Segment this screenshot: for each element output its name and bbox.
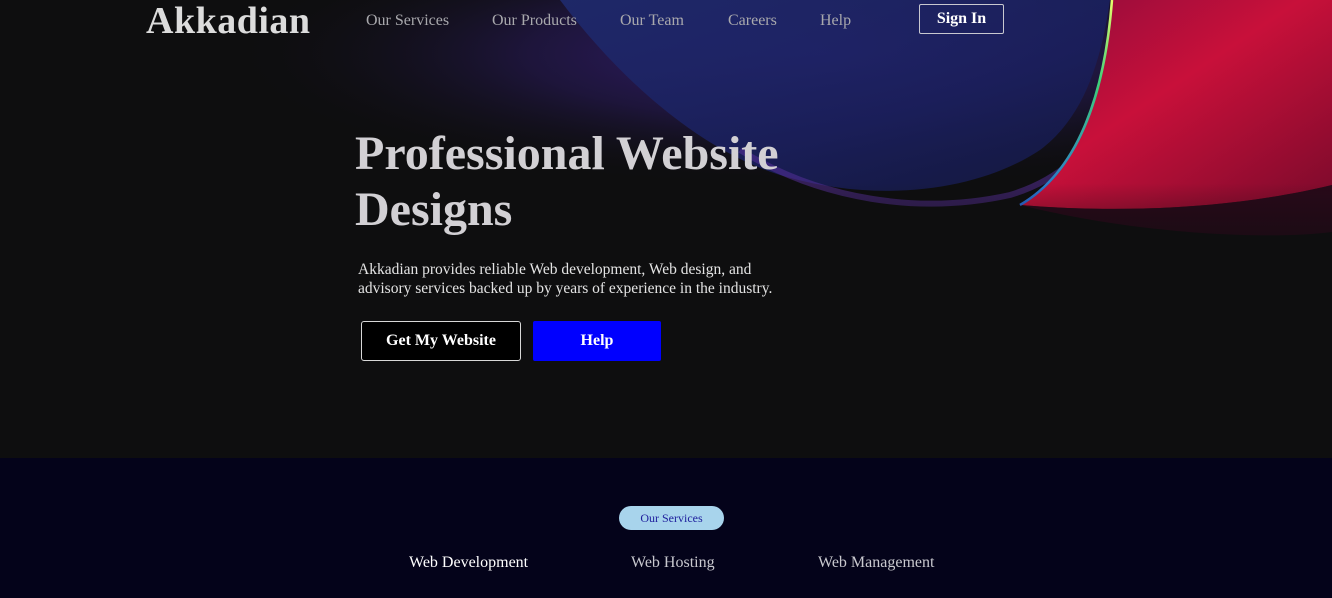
nav-careers[interactable]: Careers <box>728 10 777 32</box>
tab-web-hosting[interactable]: Web Hosting <box>631 553 715 573</box>
hero-section: Akkadian Our Services Our Products Our T… <box>0 0 1332 458</box>
sign-in-button[interactable]: Sign In <box>919 4 1004 34</box>
help-button[interactable]: Help <box>533 321 661 361</box>
site-logo[interactable]: Akkadian <box>146 0 311 42</box>
our-services-badge: Our Services <box>619 506 724 530</box>
services-section: Our Services Web Development Web Hosting… <box>0 458 1332 598</box>
get-my-website-button[interactable]: Get My Website <box>361 321 521 361</box>
hero-description: Akkadian provides reliable Web developme… <box>358 261 773 297</box>
tab-web-development[interactable]: Web Development <box>409 553 528 573</box>
nav-our-services[interactable]: Our Services <box>366 10 449 32</box>
page: Akkadian Our Services Our Products Our T… <box>0 0 1332 598</box>
hero-title: Professional Website Designs <box>355 127 779 236</box>
nav-help[interactable]: Help <box>820 10 851 32</box>
tab-web-management[interactable]: Web Management <box>818 553 934 573</box>
nav-our-products[interactable]: Our Products <box>492 10 577 32</box>
nav-our-team[interactable]: Our Team <box>620 10 684 32</box>
